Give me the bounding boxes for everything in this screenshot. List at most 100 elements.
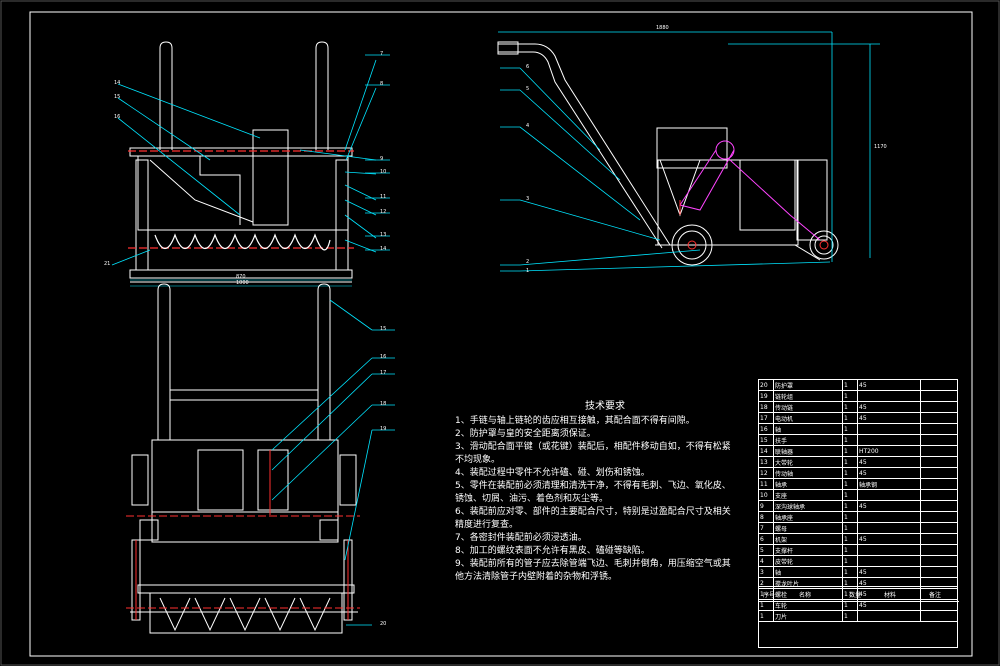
part-label: 15 xyxy=(114,94,121,100)
bom-cell-empty xyxy=(920,412,958,424)
bom-row: 12 传动轴 1 45 xyxy=(758,467,958,479)
bom-cell-empty xyxy=(920,467,958,479)
part-label: 16 xyxy=(114,114,121,120)
bom-cell: 9 xyxy=(758,500,774,512)
bom-cell xyxy=(857,511,921,523)
bom-row: 11 轴承 1 轴承钢 xyxy=(758,478,958,490)
bom-cell: 45 xyxy=(857,412,921,424)
bom-cell-empty xyxy=(920,555,958,567)
tech-note-line: 2、防护罩与皇的安全距离须保证。 xyxy=(455,429,596,439)
part-label: 14 xyxy=(380,246,387,252)
dimension-label: 1000 xyxy=(236,280,249,286)
bom-row: 9 深沟球轴承 1 45 xyxy=(758,500,958,512)
bom-cell: 20 xyxy=(758,379,774,391)
bom-row: 17 电动机 1 45 xyxy=(758,412,958,424)
bom-cell: 12 xyxy=(758,467,774,479)
part-label: 18 xyxy=(380,401,387,407)
bom-cell: 支座 xyxy=(773,489,843,501)
bom-cell: 1 xyxy=(842,533,858,545)
bom-cell: 1 xyxy=(842,434,858,446)
bom-cell: 大带轮 xyxy=(773,456,843,468)
bom-cell xyxy=(857,544,921,556)
part-label: 4 xyxy=(526,123,530,129)
bom-row: 4 皮带轮 1 xyxy=(758,555,958,567)
bom-cell: 1 xyxy=(842,456,858,468)
bom-cell: 防护罩 xyxy=(773,379,843,391)
bom-cell: 1 xyxy=(842,478,858,490)
bom-row: 16 轴 1 xyxy=(758,423,958,435)
tech-note-line: 他方法清除管子内壁附着的杂物和浮锈。 xyxy=(455,572,618,582)
tech-note-line: 精度进行复查。 xyxy=(455,520,519,530)
bom-cell: 45 xyxy=(857,456,921,468)
part-label: 11 xyxy=(380,194,387,200)
bom-cell: 轴 xyxy=(773,566,843,578)
bom-cell: 11 xyxy=(758,478,774,490)
bom-cell: 1 xyxy=(842,489,858,501)
bom-cell: 轴 xyxy=(773,423,843,435)
tech-note-line: 锈蚀、切屑、油污、着色剂和灰尘等。 xyxy=(455,494,609,504)
bom-row: 7 螺母 1 xyxy=(758,522,958,534)
bom-cell: 1 xyxy=(842,500,858,512)
part-label: 13 xyxy=(380,232,387,238)
bom-cell: 45 xyxy=(857,500,921,512)
part-label: 14 xyxy=(114,80,121,86)
bom-cell: 3 xyxy=(758,566,774,578)
bom-row: 3 轴 1 45 xyxy=(758,566,958,578)
bom-cell: 16 xyxy=(758,423,774,435)
bom-cell-empty xyxy=(920,522,958,534)
bom-cell: 15 xyxy=(758,434,774,446)
bom-cell: 5 xyxy=(758,544,774,556)
bom-cell xyxy=(857,423,921,435)
bom-row: 13 大带轮 1 45 xyxy=(758,456,958,468)
bom-cell: 8 xyxy=(758,511,774,523)
technical-requirements: 技术要求 1、手链与轴上链轮的齿应相互接触，其配合面不得有间隙。 2、防护罩与皇… xyxy=(455,400,755,584)
bom-row: 19 链轮组 1 xyxy=(758,390,958,402)
bom-cell-empty xyxy=(920,401,958,413)
bom-cell-empty xyxy=(920,544,958,556)
bom-row: 18 传动链 1 45 xyxy=(758,401,958,413)
title-block-field: 材料 xyxy=(884,592,897,599)
bom-cell-empty xyxy=(920,423,958,435)
bom-cell: 电动机 xyxy=(773,412,843,424)
bill-of-materials: 20 防护罩 1 45 19 链轮组 1 18 传动链 1 45 17 电动机 1 45 16 轴 1 15 扶手 1 1… xyxy=(758,379,958,622)
tech-note-line: 8、加工的螺纹表面不允许有黑皮、磕碰等缺陷。 xyxy=(455,546,650,556)
bom-cell: 1 xyxy=(842,511,858,523)
bom-cell: 轴承 xyxy=(773,478,843,490)
bom-row: 6 机架 1 45 xyxy=(758,533,958,545)
part-label: 1 xyxy=(526,268,530,274)
bom-cell: 45 xyxy=(857,401,921,413)
title-block-field: 序号 xyxy=(763,592,776,599)
bom-cell: 18 xyxy=(758,401,774,413)
part-label: 6 xyxy=(526,64,530,70)
bom-cell: 1 xyxy=(842,566,858,578)
bom-cell: 45 xyxy=(857,533,921,545)
bom-row: 5 支撑杆 1 xyxy=(758,544,958,556)
bom-cell xyxy=(857,434,921,446)
tech-notes-title: 技术要求 xyxy=(585,401,625,412)
bom-cell: 4 xyxy=(758,555,774,567)
bom-cell: 6 xyxy=(758,533,774,545)
bom-cell: 1 xyxy=(842,401,858,413)
bom-cell: 螺母 xyxy=(773,522,843,534)
bom-cell: 1 xyxy=(842,544,858,556)
bom-cell-empty xyxy=(920,489,958,501)
bom-cell: 45 xyxy=(857,467,921,479)
bom-cell: 1 xyxy=(842,522,858,534)
bom-cell: 传动链 xyxy=(773,401,843,413)
dimension-label: 1880 xyxy=(656,25,669,31)
bom-cell: 轴承座 xyxy=(773,511,843,523)
bom-cell: 45 xyxy=(857,379,921,391)
part-label: 3 xyxy=(526,196,530,202)
bom-row: 20 防护罩 1 45 xyxy=(758,379,958,391)
bom-cell: 联轴器 xyxy=(773,445,843,457)
part-label: 20 xyxy=(380,621,387,627)
title-block-field: 备注 xyxy=(929,592,942,599)
bom-cell-empty xyxy=(920,390,958,402)
tech-note-line: 3、滑动配合面平键（或花键）装配后，相配件移动自如，不得有松紧 xyxy=(455,442,731,452)
bom-cell: 深沟球轴承 xyxy=(773,500,843,512)
tech-note-line: 7、各密封件装配前必须浸透油。 xyxy=(455,533,587,543)
tech-note-line: 6、装配前应对零、部件的主要配合尺寸，特别是过盈配合尺寸及相关 xyxy=(455,507,731,517)
bom-row: 15 扶手 1 xyxy=(758,434,958,446)
dimension-label: 1170 xyxy=(874,144,887,150)
bom-cell: 13 xyxy=(758,456,774,468)
